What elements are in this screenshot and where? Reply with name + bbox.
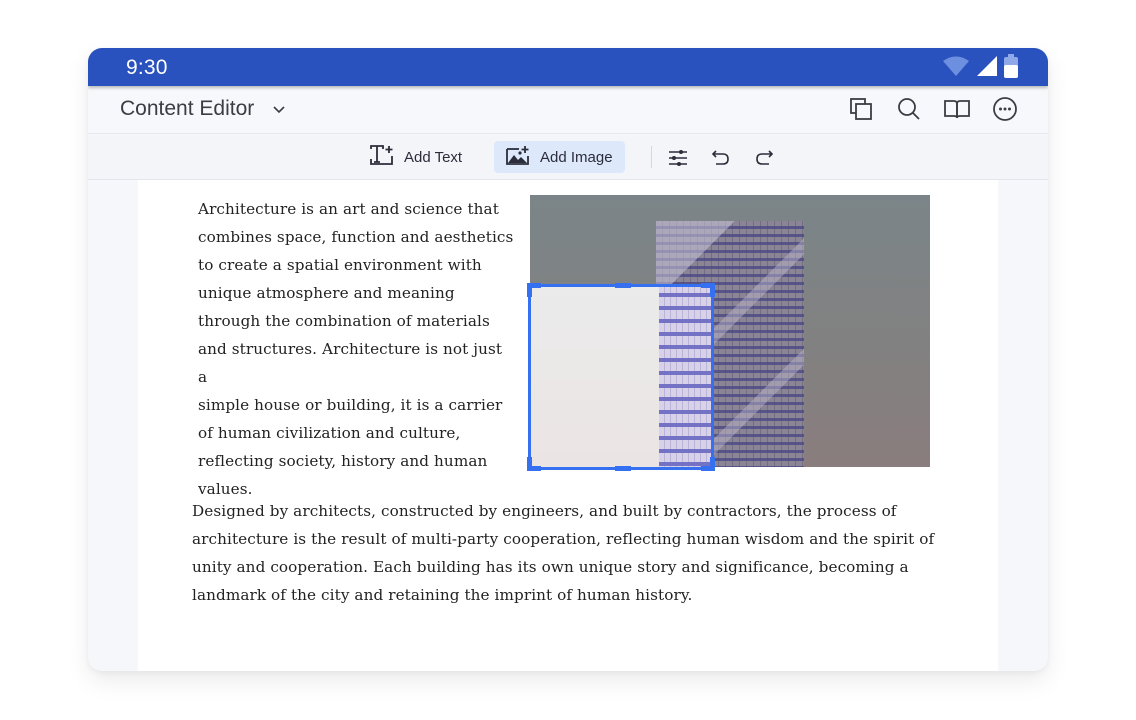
cropped-building-preview: [659, 287, 711, 467]
search-icon[interactable]: [896, 96, 922, 122]
paragraph-1[interactable]: Architecture is an art and science that …: [198, 195, 516, 503]
battery-icon: [1004, 54, 1018, 83]
text-line: architecture is the result of multi-part…: [192, 530, 935, 548]
text-line: of human civilization and culture,: [198, 424, 461, 442]
add-text-icon: [370, 145, 394, 169]
crop-handle-top-right[interactable]: [710, 283, 715, 297]
document-title[interactable]: Content Editor: [120, 97, 254, 121]
crop-handle-bottom-left[interactable]: [527, 457, 532, 471]
signal-icon: [976, 55, 998, 82]
status-icons: [942, 54, 1018, 83]
text-line: unique atmosphere and meaning: [198, 284, 455, 302]
wifi-icon: [942, 55, 970, 82]
text-line: simple house or building, it is a carrie…: [198, 396, 503, 414]
crop-handle-top-middle[interactable]: [615, 283, 631, 288]
text-line: and structures. Architecture is not just…: [198, 340, 503, 386]
device-frame: 9:30 Content Editor Add Text Add Image A…: [88, 48, 1048, 671]
add-text-button[interactable]: Add Text: [358, 141, 474, 173]
redo-icon[interactable]: [753, 147, 775, 169]
pages-icon[interactable]: [848, 96, 874, 122]
add-image-button[interactable]: Add Image: [494, 141, 625, 173]
text-line: unity and cooperation. Each building has…: [192, 558, 909, 576]
text-line: to create a spatial environment with: [198, 256, 482, 274]
add-image-icon: [506, 145, 530, 169]
add-text-label: Add Text: [404, 148, 463, 166]
text-line: reflecting society, history and human: [198, 452, 488, 470]
undo-icon[interactable]: [710, 147, 732, 169]
document-page[interactable]: Architecture is an art and science that …: [138, 180, 998, 671]
image-crop-selection[interactable]: [527, 283, 715, 471]
text-line: landmark of the city and retaining the i…: [192, 586, 693, 604]
editor-canvas: Architecture is an art and science that …: [88, 180, 1048, 671]
status-bar: 9:30: [88, 48, 1048, 86]
crop-handle-bottom-right[interactable]: [710, 457, 715, 471]
app-bar: Content Editor: [88, 86, 1048, 134]
add-image-label: Add Image: [540, 148, 613, 166]
toolbar-divider: [651, 146, 652, 168]
editor-toolbar: Add Text Add Image: [88, 135, 1048, 180]
chevron-down-icon[interactable]: [272, 102, 286, 120]
app-bar-actions: [848, 96, 1018, 122]
text-line: Architecture is an art and science that: [198, 200, 499, 218]
text-line: combines space, function and aesthetics: [198, 228, 514, 246]
more-icon[interactable]: [992, 96, 1018, 122]
read-mode-icon[interactable]: [944, 96, 970, 122]
text-line: through the combination of materials: [198, 312, 490, 330]
crop-handle-bottom-middle[interactable]: [615, 466, 631, 471]
adjust-icon[interactable]: [667, 147, 689, 169]
text-line: Designed by architects, constructed by e…: [192, 502, 897, 520]
status-time: 9:30: [126, 56, 168, 79]
paragraph-2[interactable]: Designed by architects, constructed by e…: [192, 497, 942, 609]
crop-handle-top-left[interactable]: [527, 283, 532, 297]
